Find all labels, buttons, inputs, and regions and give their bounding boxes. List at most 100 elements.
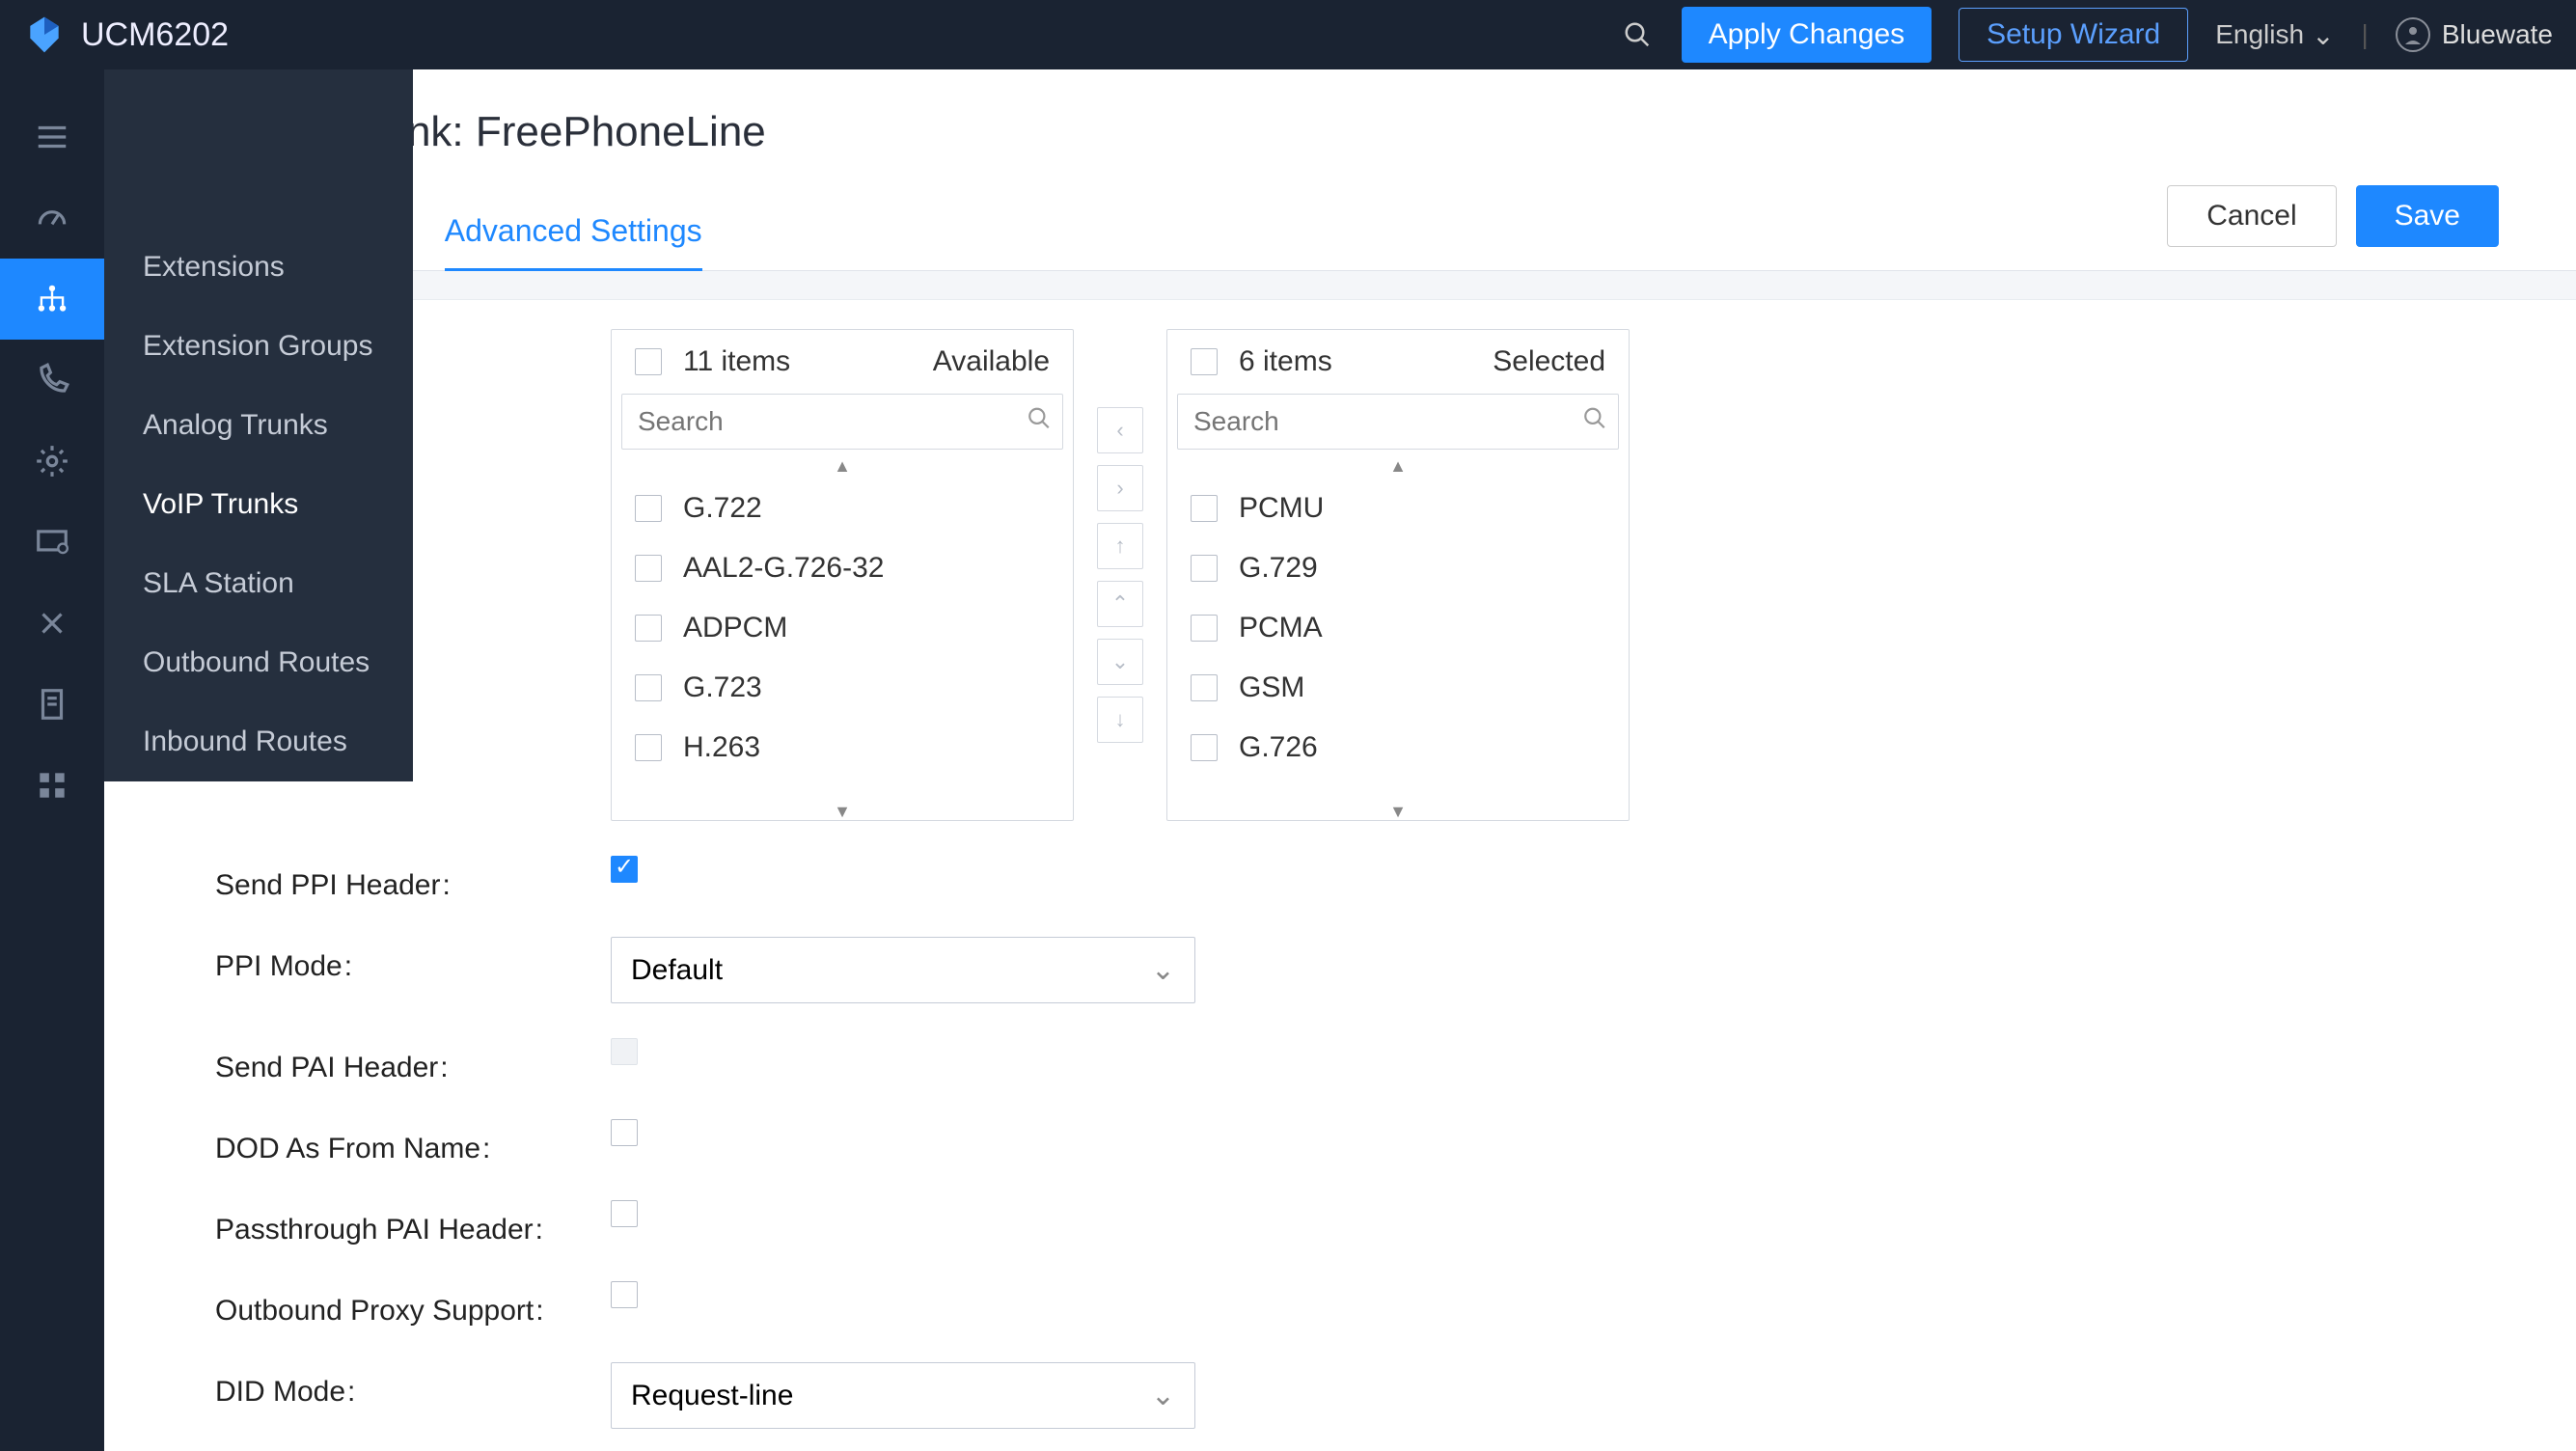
tabs-row: Basic Settings Advanced Settings Cancel … <box>104 193 2576 271</box>
tab-advanced-settings[interactable]: Advanced Settings <box>445 194 702 271</box>
selected-select-all-checkbox[interactable] <box>1191 348 1218 375</box>
item-checkbox[interactable] <box>635 555 662 582</box>
left-sidebar <box>0 69 104 1451</box>
available-count: 11 items <box>683 345 933 378</box>
list-item[interactable]: AAL2-G.726-32 <box>612 538 1073 598</box>
setup-wizard-button[interactable]: Setup Wizard <box>1959 8 2188 62</box>
selected-list: 6 items Selected ▲ PCMU G.729 PCMA GSM G.726… <box>1166 329 1630 821</box>
list-item[interactable]: G.723 <box>612 658 1073 718</box>
move-down-button[interactable]: ↓ <box>1097 697 1143 743</box>
move-up-button[interactable]: ↑ <box>1097 523 1143 569</box>
submenu-item[interactable]: Analog Trunks <box>104 386 413 465</box>
form-area: Codec 11 items Available ▲ G.72 <box>104 300 2576 1451</box>
list-item[interactable]: PCMU <box>1167 479 1629 538</box>
chevron-down-icon: ⌄ <box>2312 19 2334 51</box>
sidebar-apps-icon[interactable] <box>0 745 104 826</box>
item-checkbox[interactable] <box>1191 495 1218 522</box>
passthrough-pai-checkbox[interactable] <box>611 1200 638 1227</box>
item-label: GSM <box>1239 671 1304 704</box>
item-label: H.263 <box>683 731 760 764</box>
available-search-input[interactable] <box>621 394 1063 450</box>
logo-wrap: UCM6202 <box>23 14 229 56</box>
scroll-up-icon: ▲ <box>612 457 1073 475</box>
move-left-button[interactable]: ‹ <box>1097 407 1143 453</box>
list-item[interactable]: PCMA <box>1167 598 1629 658</box>
outbound-proxy-checkbox[interactable] <box>611 1281 638 1308</box>
cancel-button[interactable]: Cancel <box>2167 185 2336 247</box>
main-content: Edit SIP Trunk: FreePhoneLine Basic Sett… <box>104 69 2576 1451</box>
move-top-button[interactable]: ⌃ <box>1097 581 1143 627</box>
item-checkbox[interactable] <box>635 495 662 522</box>
submenu-item[interactable]: SLA Station <box>104 544 413 623</box>
list-item[interactable]: G.726 <box>1167 718 1629 778</box>
did-mode-value: Request-line <box>631 1380 793 1412</box>
apply-changes-button[interactable]: Apply Changes <box>1682 7 1932 63</box>
top-header: UCM6202 Apply Changes Setup Wizard Engli… <box>0 0 2576 69</box>
item-label: ADPCM <box>683 612 787 644</box>
submenu-item[interactable]: VoIP Trunks <box>104 465 413 544</box>
dod-from-name-label: DOD As From Name <box>215 1119 611 1165</box>
send-pai-checkbox[interactable] <box>611 1038 638 1065</box>
product-name: UCM6202 <box>81 16 229 54</box>
list-item[interactable]: G.722 <box>612 479 1073 538</box>
list-item[interactable]: G.729 <box>1167 538 1629 598</box>
move-bottom-button[interactable]: ⌄ <box>1097 639 1143 685</box>
send-pai-label: Send PAI Header <box>215 1038 611 1084</box>
submenu-item[interactable]: Inbound Routes <box>104 702 413 781</box>
brand-logo-icon <box>23 14 66 56</box>
page-title: Edit SIP Trunk: FreePhoneLine <box>181 108 2499 156</box>
ppi-mode-value: Default <box>631 954 723 987</box>
item-label: PCMU <box>1239 492 1324 525</box>
user-menu[interactable]: Bluewate <box>2396 17 2553 52</box>
sidebar-call-icon[interactable] <box>0 340 104 421</box>
send-ppi-label: Send PPI Header <box>215 856 611 902</box>
did-mode-select[interactable]: Request-line ⌄ <box>611 1362 1195 1429</box>
item-label: G.722 <box>683 492 762 525</box>
scroll-down-icon: ▼ <box>612 803 1073 820</box>
avatar-icon <box>2396 17 2430 52</box>
dod-from-name-checkbox[interactable] <box>611 1119 638 1146</box>
sidebar-settings-icon[interactable] <box>0 421 104 502</box>
item-checkbox[interactable] <box>1191 615 1218 642</box>
item-checkbox[interactable] <box>635 734 662 761</box>
item-label: G.729 <box>1239 552 1318 585</box>
chevron-down-icon: ⌄ <box>1151 953 1175 987</box>
sidebar-network-icon[interactable] <box>0 259 104 340</box>
item-checkbox[interactable] <box>1191 674 1218 701</box>
item-checkbox[interactable] <box>635 615 662 642</box>
language-label: English <box>2215 19 2304 50</box>
sidebar-menu-icon[interactable] <box>0 96 104 178</box>
selected-search-input[interactable] <box>1177 394 1619 450</box>
username-label: Bluewate <box>2442 19 2553 50</box>
sidebar-monitor-icon[interactable] <box>0 502 104 583</box>
sidebar-dashboard-icon[interactable] <box>0 178 104 259</box>
move-right-button[interactable]: › <box>1097 465 1143 511</box>
list-item[interactable]: H.263 <box>612 718 1073 778</box>
list-item[interactable]: ADPCM <box>612 598 1073 658</box>
submenu-item[interactable]: Extension Groups <box>104 307 413 386</box>
submenu-item[interactable]: Outbound Routes <box>104 623 413 702</box>
selected-count: 6 items <box>1239 345 1493 378</box>
ppi-mode-select[interactable]: Default ⌄ <box>611 937 1195 1003</box>
search-icon[interactable] <box>1620 17 1655 52</box>
ppi-mode-label: PPI Mode <box>215 937 611 983</box>
send-ppi-checkbox[interactable] <box>611 856 638 883</box>
item-checkbox[interactable] <box>635 674 662 701</box>
selected-label: Selected <box>1493 345 1605 378</box>
search-icon <box>1582 406 1607 438</box>
save-button[interactable]: Save <box>2356 185 2499 247</box>
codec-transfer: 11 items Available ▲ G.722AAL2-G.726-32A… <box>611 329 1630 821</box>
passthrough-pai-label: Passthrough PAI Header <box>215 1200 611 1246</box>
language-select[interactable]: English ⌄ <box>2215 19 2334 51</box>
sidebar-document-icon[interactable] <box>0 664 104 745</box>
header-right: Apply Changes Setup Wizard English ⌄ | B… <box>1620 7 2553 63</box>
available-select-all-checkbox[interactable] <box>635 348 662 375</box>
list-item[interactable]: GSM <box>1167 658 1629 718</box>
search-icon <box>1027 406 1052 438</box>
submenu-item[interactable]: Extensions <box>104 228 413 307</box>
item-checkbox[interactable] <box>1191 734 1218 761</box>
scroll-up-icon: ▲ <box>1167 457 1629 475</box>
item-checkbox[interactable] <box>1191 555 1218 582</box>
sidebar-tools-icon[interactable] <box>0 583 104 664</box>
transfer-buttons: ‹ › ↑ ⌃ ⌄ ↓ <box>1097 407 1143 743</box>
